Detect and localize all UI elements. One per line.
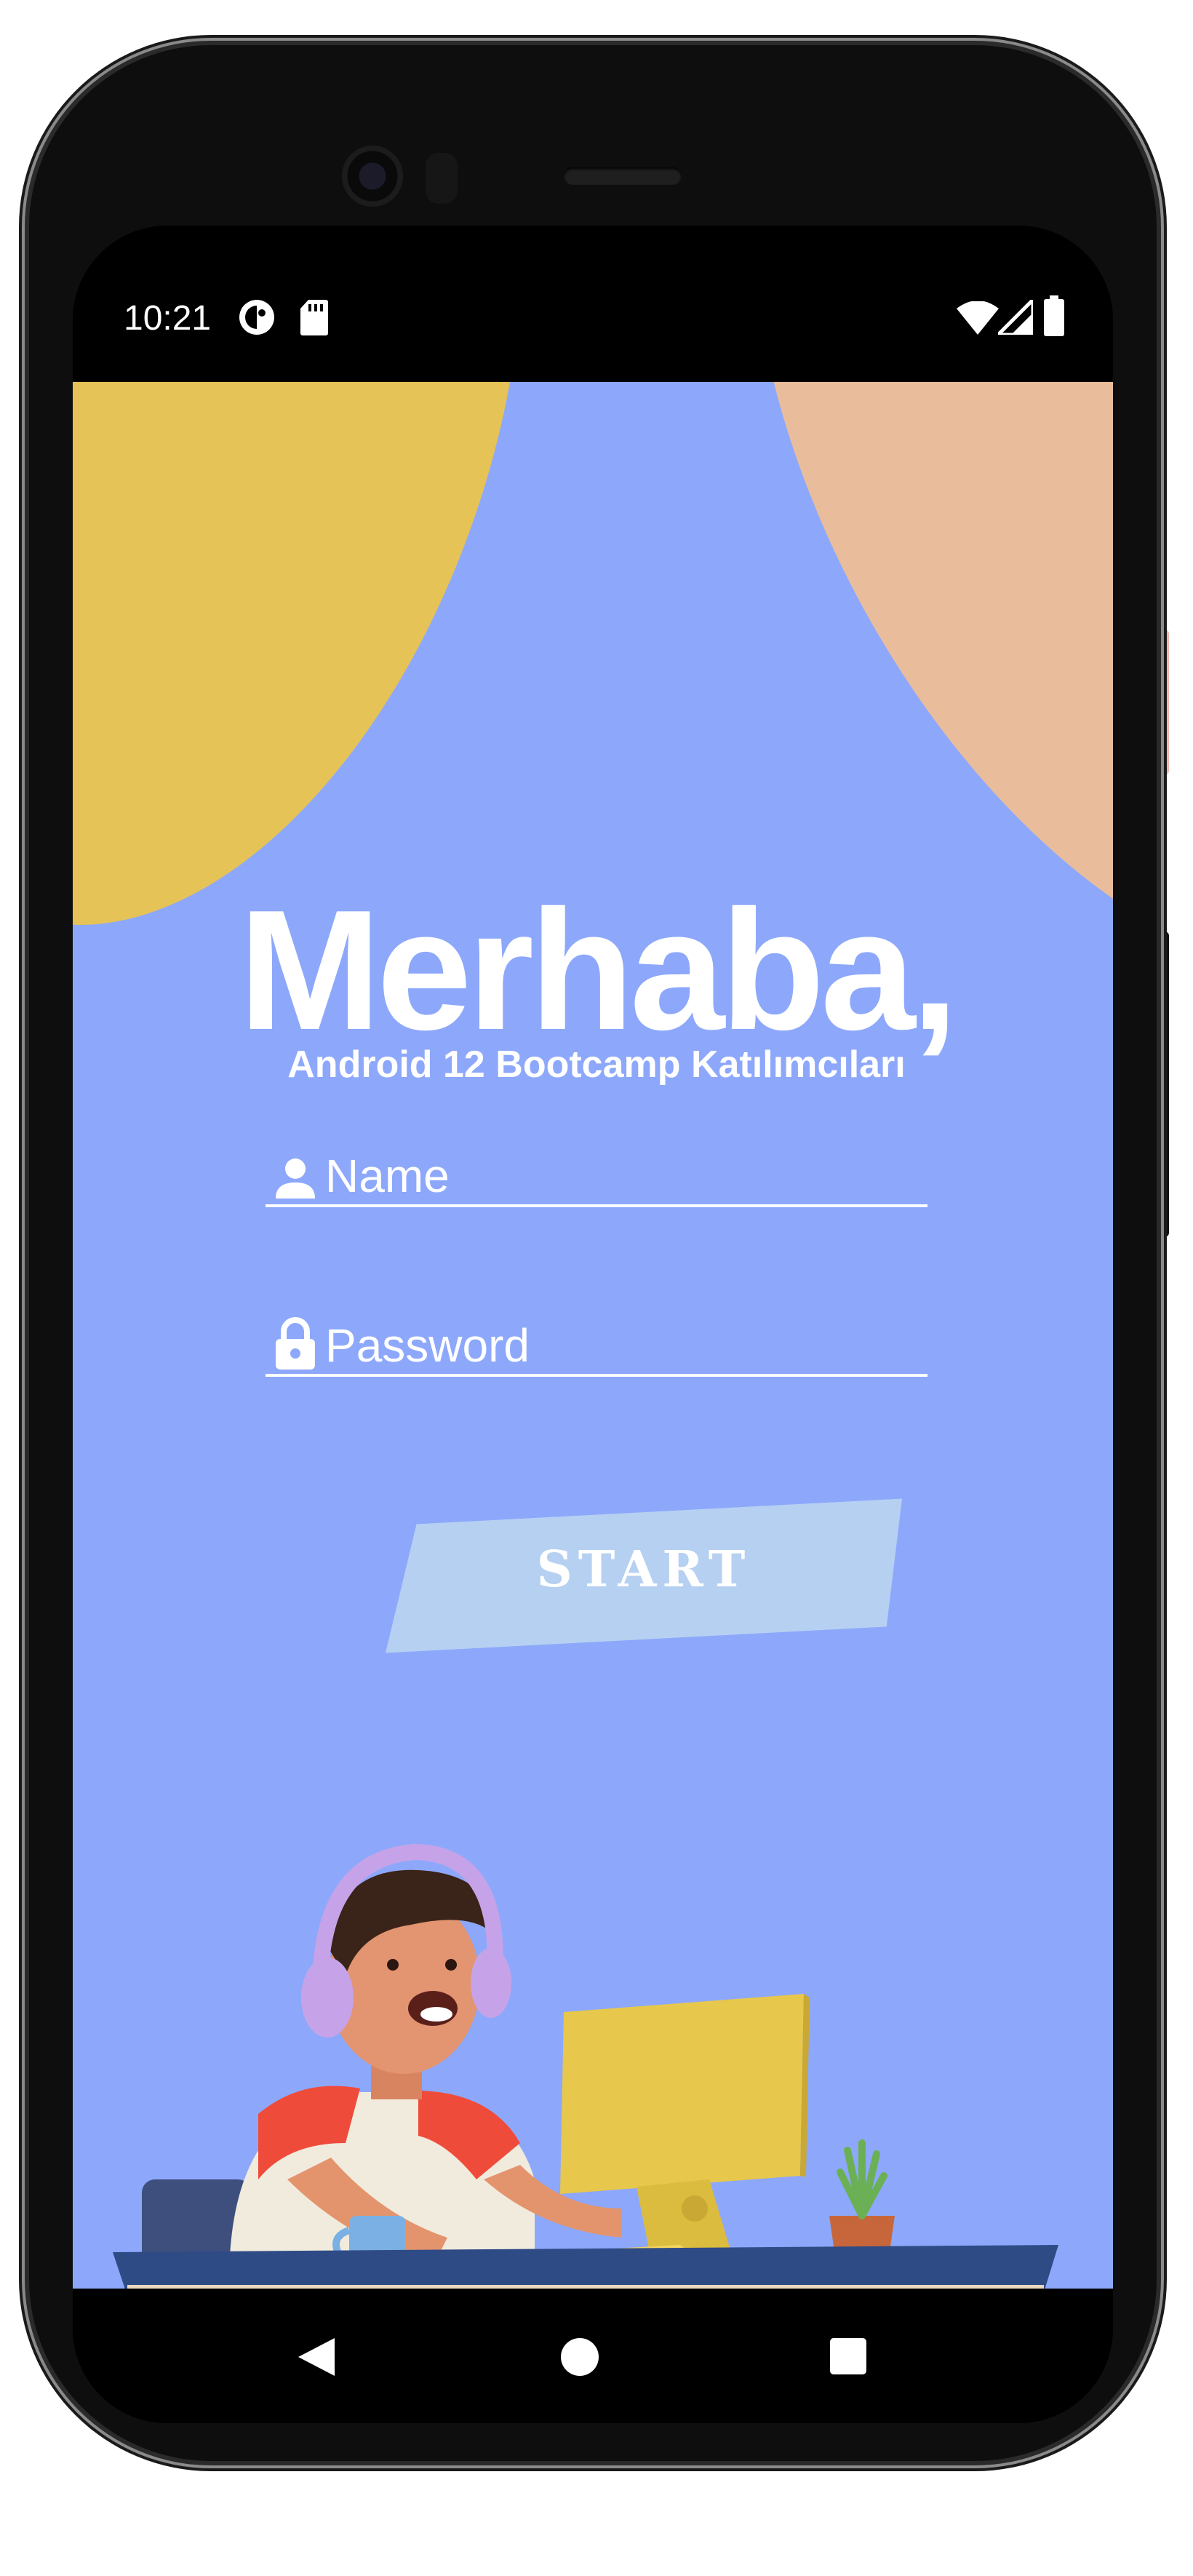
greeting-title: Merhaba, <box>239 874 959 1065</box>
navigation-bar <box>73 2289 1113 2423</box>
proximity-sensor <box>426 153 458 204</box>
wifi-icon <box>957 301 999 338</box>
sd-card-icon <box>300 298 329 339</box>
name-placeholder: Name <box>325 1150 450 1202</box>
battery-icon <box>1044 295 1064 339</box>
signal-icon <box>993 295 1035 338</box>
back-icon[interactable] <box>297 2337 336 2380</box>
recents-icon[interactable] <box>829 2337 867 2379</box>
lock-icon <box>274 1317 316 1372</box>
name-field[interactable]: Name <box>266 1146 927 1207</box>
home-icon[interactable] <box>560 2337 599 2380</box>
greeting-subtitle: Android 12 Bootcamp Katılımcıları <box>287 1043 906 1086</box>
password-placeholder: Password <box>325 1319 530 1372</box>
developer-at-desk-illustration <box>113 1843 1058 2289</box>
password-field[interactable]: Password <box>266 1316 927 1377</box>
device-screen: 10:21 Merhaba, Android 12 Bootcamp Katıl… <box>73 226 1113 2423</box>
phone-frame: 10:21 Merhaba, Android 12 Bootcamp Katıl… <box>29 45 1157 2461</box>
person-icon <box>274 1156 316 1201</box>
start-button-label: START <box>536 1541 751 1599</box>
status-time: 10:21 <box>124 299 212 338</box>
earpiece-speaker <box>564 167 682 185</box>
app-indicator-icon <box>238 298 276 339</box>
status-bar: 10:21 <box>73 226 1113 382</box>
login-screen: Merhaba, Android 12 Bootcamp Katılımcıla… <box>73 382 1113 2289</box>
front-camera <box>342 146 403 207</box>
